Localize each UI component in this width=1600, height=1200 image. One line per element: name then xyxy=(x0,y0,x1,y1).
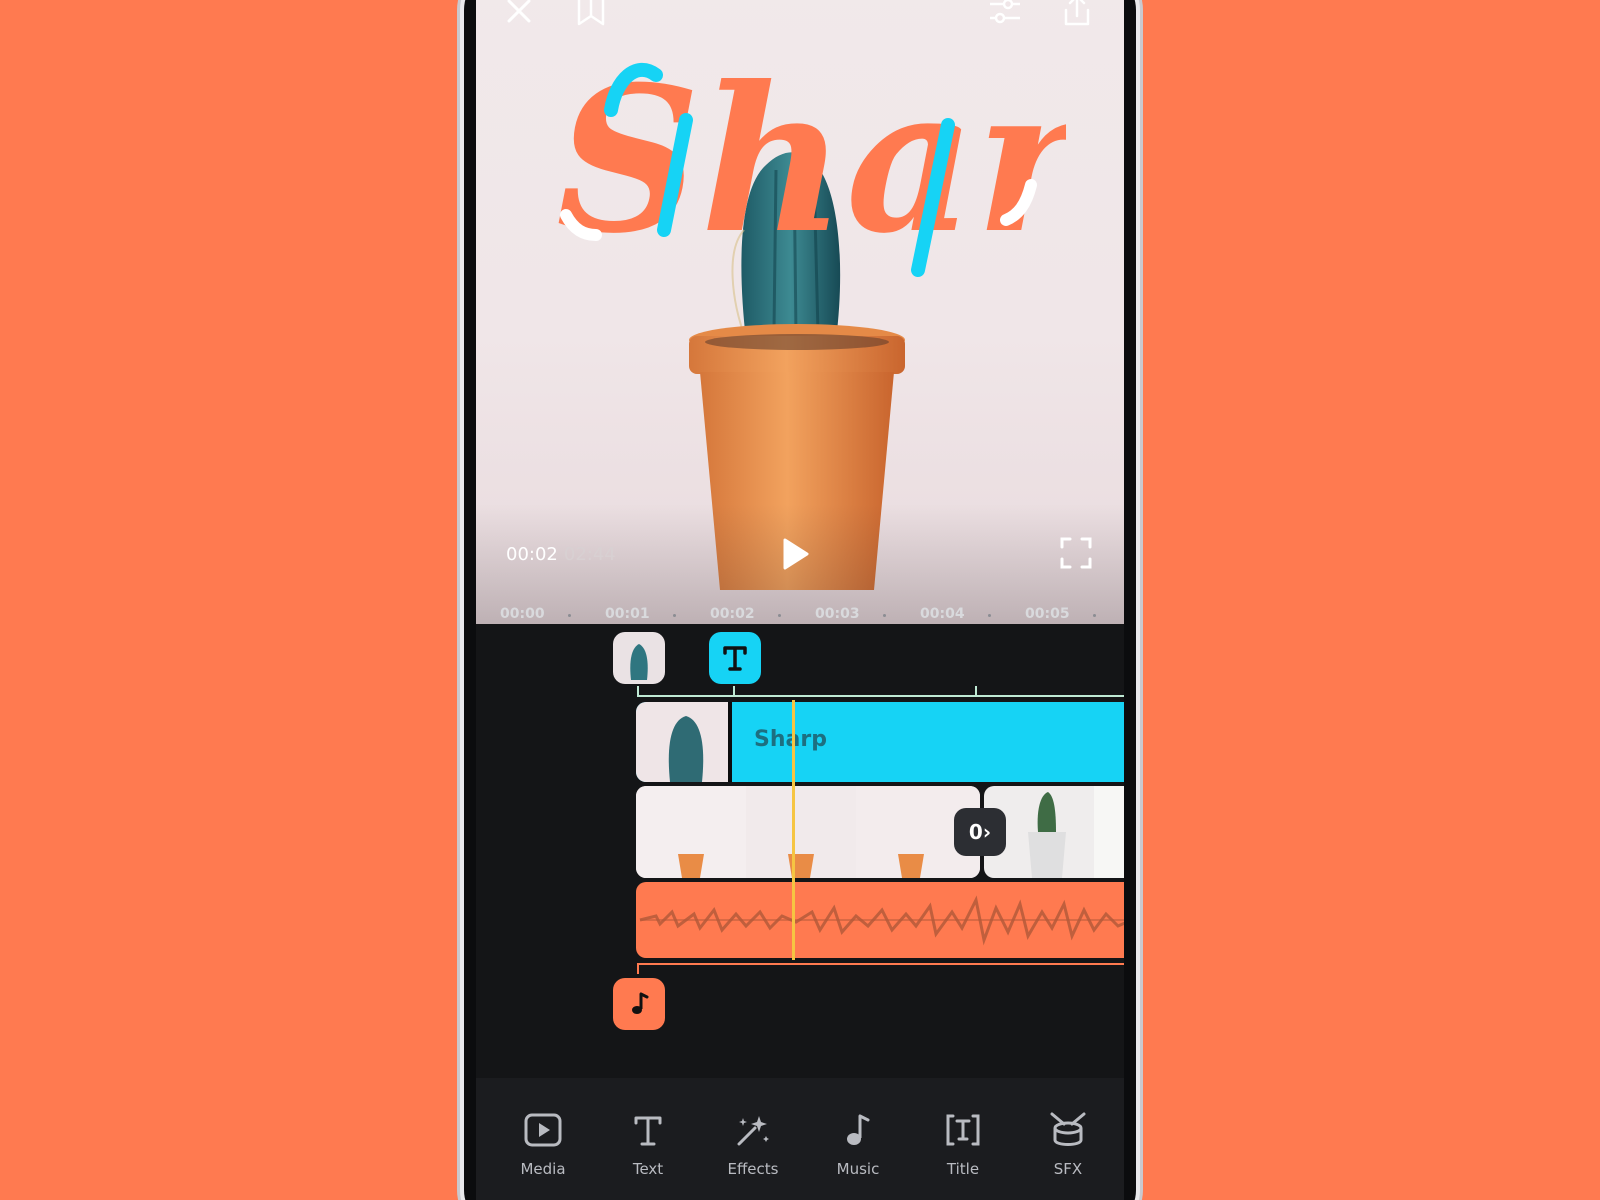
tool-sfx[interactable]: SFX xyxy=(1023,1110,1113,1178)
sliders-icon xyxy=(990,0,1020,24)
play-button[interactable] xyxy=(773,534,813,574)
bookmark-icon xyxy=(577,0,605,26)
text-clip[interactable]: Sharp xyxy=(636,702,1124,782)
ruler-tick: 00:02 xyxy=(710,606,755,622)
media-icon xyxy=(524,1113,562,1147)
tool-text[interactable]: Text xyxy=(603,1110,693,1178)
close-button[interactable] xyxy=(496,0,542,34)
tool-label: Effects xyxy=(727,1160,779,1178)
bookmark-button[interactable] xyxy=(568,0,614,34)
title-icon xyxy=(946,1114,980,1146)
tool-label: Music xyxy=(836,1160,880,1178)
ruler-dot xyxy=(988,614,991,617)
ruler-tick: 00:00 xyxy=(500,606,545,622)
total-time: 02:44 xyxy=(563,544,616,565)
close-icon xyxy=(507,0,531,23)
music-note-icon xyxy=(632,992,649,1014)
music-bracket xyxy=(637,963,1124,974)
video-preview[interactable]: Sharp 00:0202:44 xyxy=(476,0,1124,624)
ruler-dot xyxy=(1093,614,1096,617)
ruler-tick: 00:03 xyxy=(815,606,860,622)
settings-button[interactable] xyxy=(982,0,1028,34)
timecode: 00:02 02:44 xyxy=(506,544,616,565)
music-icon xyxy=(847,1114,870,1145)
ruler-tick: 00:04 xyxy=(920,606,965,622)
current-time: 00:02 xyxy=(506,544,558,565)
tool-title[interactable]: Title xyxy=(918,1110,1008,1178)
phone-frame: Sharp 00:0202:44 xyxy=(464,0,1136,1200)
playhead[interactable] xyxy=(792,700,795,960)
tool-label: Text xyxy=(632,1160,664,1178)
tool-label: Title xyxy=(946,1160,980,1178)
tool-effects[interactable]: Effects xyxy=(708,1110,798,1178)
tool-media[interactable]: Media xyxy=(498,1110,588,1178)
text-clip-label: Sharp xyxy=(754,727,827,752)
bottom-toolbar: Media Text Effects Music Title SFX xyxy=(476,1078,1124,1200)
tool-label: Media xyxy=(520,1160,566,1178)
effects-icon xyxy=(737,1116,769,1146)
sfx-icon xyxy=(1050,1112,1086,1146)
tool-label: SFX xyxy=(1053,1160,1083,1178)
ruler-tick: 00:01 xyxy=(605,606,650,622)
share-icon xyxy=(1064,0,1090,26)
video-clip-frames xyxy=(636,786,980,878)
cactus-thumbnail-icon xyxy=(668,716,704,782)
tool-music[interactable]: Music xyxy=(813,1110,903,1178)
music-layer-marker[interactable] xyxy=(613,978,665,1030)
fullscreen-button[interactable] xyxy=(1059,536,1093,570)
title-overlay[interactable]: Sharp xyxy=(546,20,1066,320)
ruler-tick: 00:05 xyxy=(1025,606,1070,622)
ruler-dot xyxy=(778,614,781,617)
ruler-dot xyxy=(673,614,676,617)
text-icon xyxy=(634,1116,662,1146)
transition-button[interactable]: 0› xyxy=(954,808,1006,856)
video-clip-1[interactable] xyxy=(636,786,980,878)
ruler-dot xyxy=(568,614,571,617)
ruler-dot xyxy=(883,614,886,617)
share-button[interactable] xyxy=(1054,0,1100,34)
timeline[interactable]: Sharp 0› xyxy=(476,630,1124,1080)
text-clip-thumbnail xyxy=(636,702,732,782)
editor-screen: Sharp 00:0202:44 xyxy=(476,0,1124,1200)
audio-clip[interactable] xyxy=(636,882,1124,958)
audio-waveform xyxy=(639,895,1124,946)
time-ruler[interactable]: 00:00 00:01 00:02 00:03 00:04 00:05 xyxy=(476,594,1124,634)
